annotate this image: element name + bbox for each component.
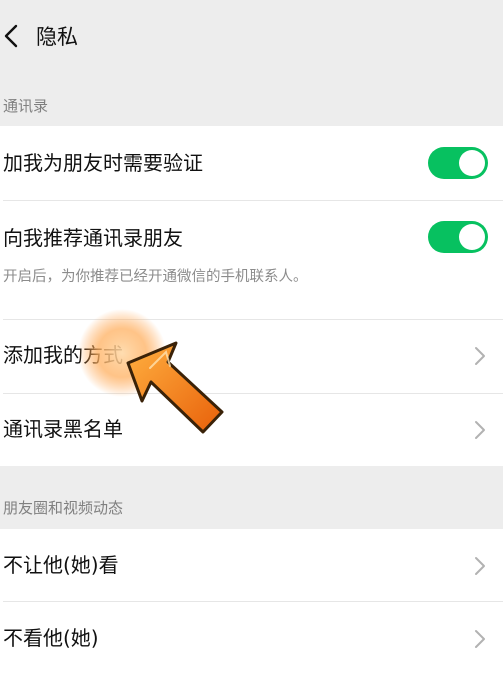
chevron-right-icon [475, 421, 485, 439]
row-require-verification[interactable]: 加我为朋友时需要验证 [0, 126, 503, 200]
page-title: 隐私 [36, 25, 78, 49]
section-label-contacts: 通讯录 [3, 97, 49, 115]
row-label: 通讯录黑名单 [3, 417, 123, 441]
row-description: 开启后，为你推荐已经开通微信的手机联系人。 [3, 269, 308, 285]
toggle-knob [459, 224, 485, 250]
section-label-moments: 朋友圈和视频动态 [3, 499, 124, 517]
require-verification-toggle[interactable] [428, 147, 488, 179]
row-hide-my-moments[interactable]: 不让他(她)看 [0, 529, 503, 601]
chevron-right-icon [475, 347, 485, 365]
recommend-contacts-toggle[interactable] [428, 221, 488, 253]
row-label: 不让他(她)看 [3, 553, 119, 577]
row-label: 加我为朋友时需要验证 [3, 151, 203, 175]
header: 隐私 [0, 0, 503, 78]
row-add-me-methods[interactable]: 添加我的方式 [0, 320, 503, 393]
chevron-left-icon[interactable] [2, 22, 22, 50]
row-label: 添加我的方式 [3, 343, 123, 367]
row-recommend-contacts[interactable]: 向我推荐通讯录朋友 开启后，为你推荐已经开通微信的手机联系人。 [0, 201, 503, 319]
row-hide-their-moments[interactable]: 不看他(她) [0, 602, 503, 674]
row-label: 向我推荐通讯录朋友 [3, 226, 183, 250]
contacts-card: 加我为朋友时需要验证 向我推荐通讯录朋友 开启后，为你推荐已经开通微信的手机联系… [0, 126, 503, 466]
chevron-right-icon [475, 557, 485, 575]
moments-card: 不让他(她)看 不看他(她) [0, 529, 503, 683]
row-label: 不看他(她) [3, 626, 99, 650]
row-contacts-blacklist[interactable]: 通讯录黑名单 [0, 394, 503, 466]
toggle-knob [459, 150, 485, 176]
chevron-right-icon [475, 630, 485, 648]
